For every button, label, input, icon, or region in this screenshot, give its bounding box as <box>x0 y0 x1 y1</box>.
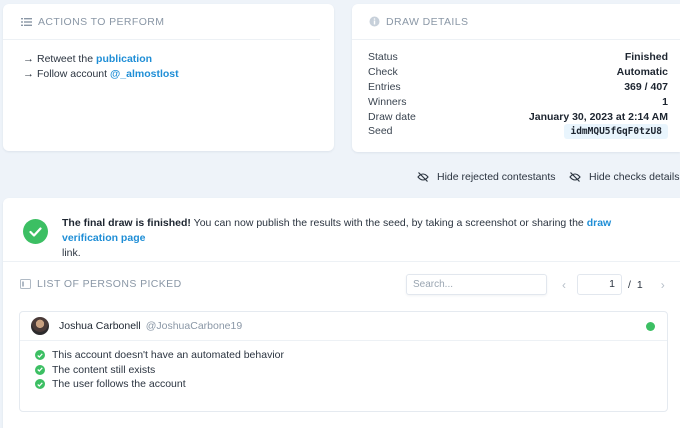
person-handle[interactable]: @JoshuaCarbone19 <box>146 320 242 332</box>
detail-label: Status <box>368 51 398 64</box>
check-icon <box>35 364 45 375</box>
page-input[interactable]: 1 <box>577 274 622 295</box>
person-name: Joshua Carbonell <box>59 320 141 332</box>
hide-rejected-label: Hide rejected contestants <box>437 171 556 183</box>
detail-value: 1 <box>662 95 668 108</box>
hide-checks-label: Hide checks details <box>589 171 680 183</box>
detail-label: Entries <box>368 80 401 93</box>
info-icon <box>368 16 380 28</box>
final-draw-notice: The final draw is finished! You can now … <box>23 216 663 261</box>
check-icon <box>35 379 45 390</box>
check-label: The content still exists <box>52 363 156 376</box>
page-total: 1 <box>636 278 643 291</box>
actions-title: ACTIONS TO PERFORM <box>38 15 165 28</box>
list-header: LIST OF PERSONS PICKED <box>20 278 182 290</box>
action-text: Follow account <box>37 67 108 80</box>
pagination: ‹ 1 / 1 › <box>556 274 671 295</box>
hide-rejected-toggle[interactable]: Hide rejected contestants <box>417 171 555 183</box>
chevron-right-icon[interactable]: › <box>655 278 671 292</box>
arrow-right-icon: → <box>23 52 34 65</box>
check-item: The content still exists <box>35 363 667 378</box>
notice-tail: link. <box>62 247 81 259</box>
detail-row-status: Status Finished <box>368 50 668 65</box>
check-item: The user follows the account <box>35 377 667 392</box>
arrow-right-icon: → <box>23 67 34 80</box>
account-link[interactable]: @_almostlost <box>110 68 179 80</box>
list-title: LIST OF PERSONS PICKED <box>37 278 182 290</box>
detail-row-seed: Seed idmMQU5fGqF0tzU8 <box>368 123 668 139</box>
valid-status-icon <box>646 322 655 331</box>
detail-row-draw-date: Draw date January 30, 2023 at 2:14 AM <box>368 109 668 124</box>
divider <box>3 261 680 262</box>
detail-label: Draw date <box>368 110 416 123</box>
notice-body: You can now publish the results with the… <box>190 217 587 229</box>
details-header: DRAW DETAILS <box>352 4 680 40</box>
detail-value: Automatic <box>616 66 668 79</box>
checks-list: This account doesn't have an automated b… <box>20 341 667 392</box>
chevron-left-icon[interactable]: ‹ <box>556 278 572 292</box>
draw-details-card: DRAW DETAILS Status Finished Check Autom… <box>352 4 680 152</box>
detail-value: January 30, 2023 at 2:14 AM <box>528 110 668 123</box>
hide-checks-toggle[interactable]: Hide checks details <box>569 171 679 183</box>
notice-text: The final draw is finished! You can now … <box>62 216 663 261</box>
avatar <box>31 317 49 335</box>
detail-label: Check <box>368 66 398 79</box>
detail-value: Finished <box>624 51 668 64</box>
eye-off-icon <box>417 172 429 182</box>
check-label: The user follows the account <box>52 378 186 391</box>
person-card: Joshua Carbonell @JoshuaCarbone19 This a… <box>19 311 668 412</box>
detail-row-entries: Entries 369 / 407 <box>368 80 668 95</box>
check-circle-icon <box>23 219 48 244</box>
action-item-follow: → Follow account @_almostlost <box>3 66 334 81</box>
detail-label: Winners <box>368 95 407 108</box>
list-icon <box>20 16 32 28</box>
notice-bold: The final draw is finished! <box>62 217 191 229</box>
actions-card: ACTIONS TO PERFORM → Retweet the publica… <box>3 4 334 151</box>
search-input[interactable] <box>406 274 547 295</box>
detail-row-winners: Winners 1 <box>368 94 668 109</box>
detail-value: 369 / 407 <box>624 80 668 93</box>
check-item: This account doesn't have an automated b… <box>35 348 667 363</box>
page-separator: / <box>628 278 631 291</box>
details-title: DRAW DETAILS <box>386 15 469 28</box>
list-icon <box>20 279 31 289</box>
seed-value[interactable]: idmMQU5fGqF0tzU8 <box>564 123 668 139</box>
results-card: The final draw is finished! You can now … <box>3 198 680 428</box>
action-text: Retweet the <box>37 52 94 65</box>
actions-header: ACTIONS TO PERFORM <box>3 4 320 40</box>
eye-off-icon <box>569 172 581 182</box>
person-header: Joshua Carbonell @JoshuaCarbone19 <box>20 312 667 341</box>
check-label: This account doesn't have an automated b… <box>52 349 284 362</box>
action-item-retweet: → Retweet the publication <box>3 51 334 66</box>
detail-label: Seed <box>368 125 393 138</box>
publication-link[interactable]: publication <box>96 53 152 65</box>
check-icon <box>35 350 45 361</box>
detail-row-check: Check Automatic <box>368 65 668 80</box>
